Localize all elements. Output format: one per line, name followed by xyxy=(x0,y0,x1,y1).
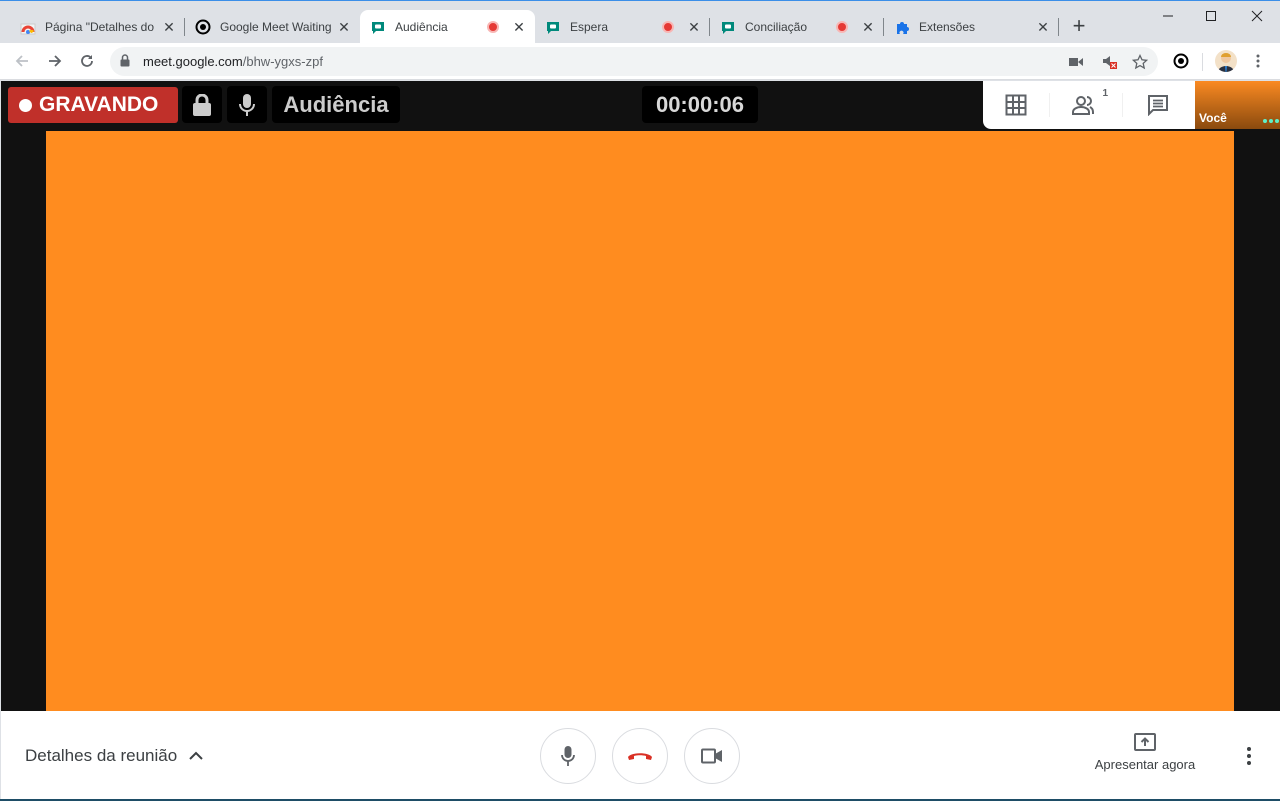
lock-icon xyxy=(193,93,211,116)
eye-icon xyxy=(195,19,211,35)
camera-in-use-icon[interactable] xyxy=(1066,53,1086,71)
tab-close-button[interactable]: ✕ xyxy=(511,19,527,35)
maximize-icon xyxy=(1206,11,1216,21)
tab-strip: Página "Detalhes do ✕ Google Meet Waitin… xyxy=(0,1,1280,43)
self-name-label: Você xyxy=(1199,111,1227,125)
grid-icon xyxy=(1005,94,1027,116)
microphone-toggle-button[interactable] xyxy=(540,728,596,784)
more-vert-icon xyxy=(1256,54,1260,68)
meet-bottom-bar: Detalhes da reunião Apresentar agora xyxy=(1,711,1280,799)
back-button[interactable] xyxy=(10,49,34,73)
chat-button[interactable] xyxy=(1138,91,1178,119)
recording-label: GRAVANDO xyxy=(39,93,159,116)
present-now-button[interactable]: Apresentar agora xyxy=(1081,733,1209,772)
panel-separator xyxy=(1049,93,1050,117)
lock-button[interactable] xyxy=(182,86,222,123)
google-meet-icon xyxy=(545,19,561,35)
meeting-details-button[interactable]: Detalhes da reunião xyxy=(25,746,203,766)
layout-grid-button[interactable] xyxy=(996,91,1036,119)
tab-close-button[interactable]: ✕ xyxy=(686,19,702,35)
google-meet-icon xyxy=(720,19,736,35)
avatar-icon xyxy=(1218,53,1234,72)
recording-indicator-icon xyxy=(487,20,499,33)
chat-icon xyxy=(1148,95,1168,116)
new-tab-button[interactable]: + xyxy=(1067,15,1091,39)
more-options-button[interactable] xyxy=(1239,745,1259,767)
meet-stage: GRAVANDO Audiência 00:00:06 1 Você xyxy=(1,81,1280,711)
tab-espera[interactable]: Espera ✕ xyxy=(535,10,710,43)
self-video-tile[interactable]: Você xyxy=(1195,81,1280,129)
tab-chrome-store[interactable]: Página "Detalhes do ✕ xyxy=(10,10,185,43)
participants-button[interactable]: 1 xyxy=(1066,88,1108,119)
tab-title: Página "Detalhes do xyxy=(45,19,155,34)
chrome-store-icon xyxy=(20,19,36,35)
tab-conciliacao[interactable]: Conciliação ✕ xyxy=(710,10,884,43)
address-bar[interactable]: meet.google.com/bhw-ygxs-zpf xyxy=(110,47,1158,76)
profile-avatar[interactable] xyxy=(1215,50,1237,72)
minimize-icon xyxy=(1163,15,1173,17)
present-screen-icon xyxy=(1081,733,1209,751)
url-host: meet.google.com xyxy=(143,54,243,69)
tab-title: Espera xyxy=(570,19,609,34)
microphone-icon xyxy=(561,746,575,766)
puzzle-icon xyxy=(894,19,910,35)
extension-eye-icon[interactable] xyxy=(1171,51,1191,71)
tab-title: Conciliação xyxy=(745,19,808,34)
arrow-right-icon xyxy=(49,55,62,67)
people-icon xyxy=(1072,96,1094,115)
forward-button[interactable] xyxy=(43,49,67,73)
tab-title: Extensões xyxy=(919,19,976,34)
video-camera-icon xyxy=(701,748,722,764)
more-vert-icon xyxy=(1247,747,1251,765)
tab-title: Google Meet Waiting xyxy=(220,19,332,34)
phone-hangup-icon xyxy=(628,753,652,760)
audio-level-icon xyxy=(1263,119,1279,123)
meeting-title: Audiência xyxy=(272,86,400,123)
google-meet-icon xyxy=(370,19,386,35)
reload-icon xyxy=(81,55,93,67)
meeting-details-label: Detalhes da reunião xyxy=(25,746,178,765)
bookmark-star-icon[interactable] xyxy=(1130,53,1150,71)
chevron-up-icon xyxy=(189,746,203,766)
tab-title: Audiência xyxy=(395,19,448,34)
lock-icon xyxy=(120,54,130,72)
hang-up-button[interactable] xyxy=(612,728,668,784)
meeting-timer: 00:00:06 xyxy=(642,86,758,123)
tab-audiencia[interactable]: Audiência ✕ xyxy=(360,10,535,43)
tab-close-button[interactable]: ✕ xyxy=(1035,19,1051,35)
toolbar-separator xyxy=(1202,53,1203,71)
recording-badge: GRAVANDO xyxy=(8,87,178,123)
sound-muted-icon[interactable] xyxy=(1100,53,1120,71)
participants-count: 1 xyxy=(1102,88,1108,99)
url-text: meet.google.com/bhw-ygxs-zpf xyxy=(143,54,323,69)
close-icon xyxy=(1251,10,1263,22)
recording-indicator-icon xyxy=(662,20,674,33)
microphone-icon xyxy=(239,93,255,116)
tab-meet-waiting[interactable]: Google Meet Waiting ✕ xyxy=(185,10,360,43)
browser-window: Página "Detalhes do ✕ Google Meet Waitin… xyxy=(0,0,1280,801)
camera-toggle-button[interactable] xyxy=(684,728,740,784)
mic-status-button[interactable] xyxy=(227,86,267,123)
reload-button[interactable] xyxy=(75,49,99,73)
url-path: /bhw-ygxs-zpf xyxy=(242,54,323,69)
tab-close-button[interactable]: ✕ xyxy=(336,19,352,35)
panel-separator xyxy=(1122,93,1123,117)
browser-toolbar: meet.google.com/bhw-ygxs-zpf xyxy=(0,43,1280,80)
close-window-button[interactable] xyxy=(1234,1,1280,31)
arrow-left-icon xyxy=(15,55,28,67)
tab-extensoes[interactable]: Extensões ✕ xyxy=(884,10,1059,43)
tab-close-button[interactable]: ✕ xyxy=(161,19,177,35)
tab-close-button[interactable]: ✕ xyxy=(860,19,876,35)
present-now-label: Apresentar agora xyxy=(1094,757,1196,772)
minimize-button[interactable] xyxy=(1145,1,1191,31)
maximize-button[interactable] xyxy=(1188,1,1234,31)
top-right-panel: 1 xyxy=(983,81,1196,129)
recording-dot-icon xyxy=(19,98,32,112)
tab-separator xyxy=(1058,18,1059,36)
recording-indicator-icon xyxy=(836,20,848,33)
browser-menu-button[interactable] xyxy=(1248,51,1268,71)
main-video-tile xyxy=(46,131,1234,711)
